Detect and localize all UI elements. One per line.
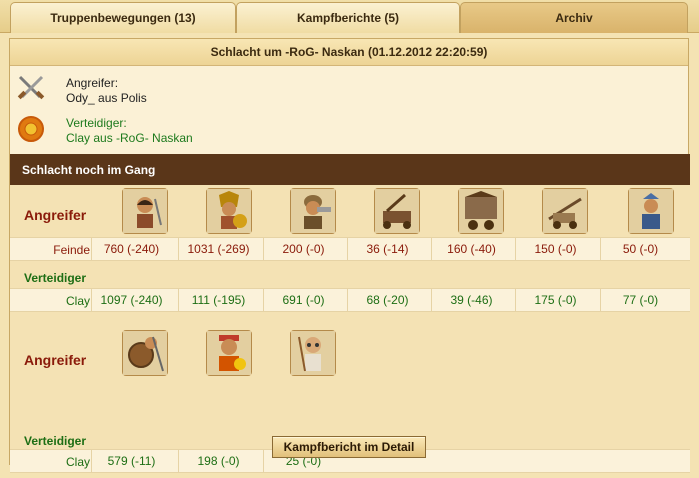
- enemy-unit-count: 36 (-14): [347, 238, 427, 260]
- defender-label: Verteidiger:: [66, 116, 127, 130]
- hero-warrior-icon[interactable]: [206, 330, 252, 376]
- swordsman-icon[interactable]: [122, 188, 168, 234]
- hoplite-icon[interactable]: [206, 188, 252, 234]
- own-unit-count: 691 (-0): [263, 289, 343, 311]
- own-unit-count: 175 (-0): [515, 289, 595, 311]
- report-title: Schlacht um -RoG- Naskan (01.12.2012 22:…: [10, 39, 688, 66]
- hero-attacker-heading: Angreifer: [24, 352, 87, 368]
- slinger-icon[interactable]: [290, 188, 336, 234]
- archer-icon[interactable]: [628, 188, 674, 234]
- enemy-unit-count: 50 (-0): [600, 238, 680, 260]
- defender-name[interactable]: Clay aus -RoG- Naskan: [66, 131, 193, 145]
- horseman-icon[interactable]: [542, 188, 588, 234]
- battle-report-detail-button[interactable]: Kampfbericht im Detail: [272, 436, 426, 458]
- own-unit-count: 111 (-195): [178, 289, 258, 311]
- own-unit-count: 68 (-20): [347, 289, 427, 311]
- tab-truppenbewegungen[interactable]: Truppenbewegungen (13): [10, 2, 236, 33]
- crossed-swords-icon: [16, 73, 46, 103]
- hero-defender-heading: Verteidiger: [24, 434, 87, 448]
- catapult-icon[interactable]: [374, 188, 420, 234]
- shield-warrior-icon[interactable]: [122, 330, 168, 376]
- attacker-info: Angreifer: Ody_ aus Polis: [10, 71, 690, 111]
- own-label: Clay: [65, 455, 90, 469]
- own-unit-count: 198 (-0): [178, 450, 258, 472]
- own-unit-count: 1097 (-240): [91, 289, 171, 311]
- tab-kampfberichte[interactable]: Kampfberichte (5): [236, 2, 460, 33]
- battle-report-panel: Schlacht um -RoG- Naskan (01.12.2012 22:…: [9, 38, 690, 473]
- land-attacker-heading: Angreifer: [24, 207, 87, 223]
- own-unit-count: 77 (-0): [600, 289, 680, 311]
- shield-icon: [16, 114, 46, 144]
- defender-info: Verteidiger: Clay aus -RoG- Naskan: [10, 112, 690, 152]
- enemy-label: Feinde: [53, 243, 90, 257]
- enemy-unit-count: 1031 (-269): [178, 238, 258, 260]
- battle-status-bar: Schlacht noch im Gang: [10, 154, 690, 185]
- land-defender-heading: Verteidiger: [24, 271, 87, 285]
- chariot-icon[interactable]: [458, 188, 504, 234]
- own-units-row: Clay 1097 (-240) 111 (-195) 691 (-0) 68 …: [10, 288, 690, 312]
- attacker-label: Angreifer:: [66, 76, 119, 90]
- enemy-unit-count: 200 (-0): [263, 238, 343, 260]
- enemy-unit-count: 160 (-40): [431, 238, 511, 260]
- tab-archiv[interactable]: Archiv: [460, 2, 688, 33]
- attacker-name[interactable]: Ody_ aus Polis: [66, 91, 147, 105]
- enemy-units-row: Feinde 760 (-240) 1031 (-269) 200 (-0) 3…: [10, 237, 690, 261]
- own-unit-count: 579 (-11): [91, 450, 171, 472]
- battle-units: Angreifer Feinde 760 (-240) 1031 (-269) …: [10, 185, 690, 473]
- enemy-unit-count: 150 (-0): [515, 238, 595, 260]
- own-unit-count: 39 (-46): [431, 289, 511, 311]
- enemy-unit-count: 760 (-240): [91, 238, 171, 260]
- tab-bar: Truppenbewegungen (13) Kampfberichte (5)…: [0, 0, 699, 33]
- elder-sage-icon[interactable]: [290, 330, 336, 376]
- own-label: Clay: [65, 294, 90, 308]
